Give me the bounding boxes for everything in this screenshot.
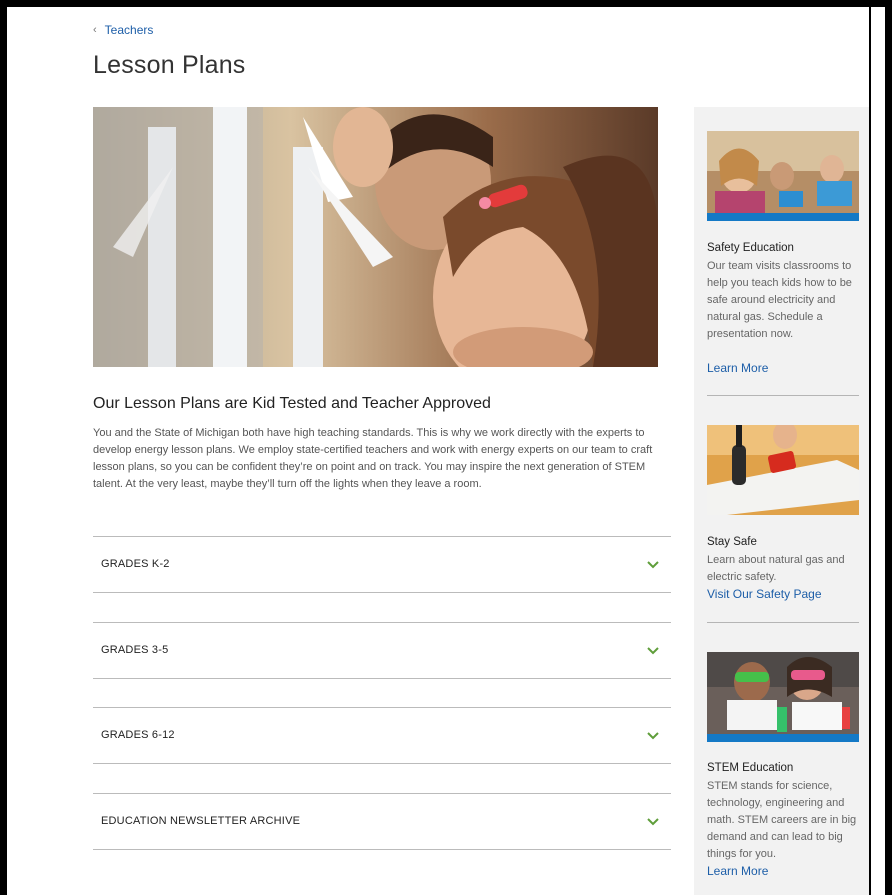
learn-more-link[interactable]: Learn More bbox=[707, 864, 768, 878]
card-title: Safety Education bbox=[707, 242, 794, 254]
breadcrumb-teachers[interactable]: Teachers bbox=[105, 23, 154, 37]
hero-image bbox=[93, 107, 658, 367]
card-title: STEM Education bbox=[707, 762, 794, 774]
accordion-grades-6-12[interactable]: GRADES 6-12 bbox=[93, 707, 671, 764]
accordion-newsletter-archive[interactable]: EDUCATION NEWSLETTER ARCHIVE bbox=[93, 793, 671, 850]
accordion-label: GRADES 6-12 bbox=[101, 729, 175, 741]
accordion-label: EDUCATION NEWSLETTER ARCHIVE bbox=[101, 815, 301, 827]
accordion-grades-3-5[interactable]: GRADES 3-5 bbox=[93, 622, 671, 679]
breadcrumb[interactable]: ‹ Teachers bbox=[93, 23, 153, 37]
chevron-down-icon bbox=[647, 561, 659, 569]
section-heading: Our Lesson Plans are Kid Tested and Teac… bbox=[93, 395, 491, 412]
sidebar: Safety Education Our team visits classro… bbox=[694, 107, 872, 895]
safety-education-image[interactable] bbox=[707, 131, 859, 221]
stem-education-image[interactable] bbox=[707, 652, 859, 742]
card-title: Stay Safe bbox=[707, 536, 757, 548]
page-title: Lesson Plans bbox=[93, 51, 246, 79]
card-text: Our team visits classrooms to help you t… bbox=[707, 260, 852, 340]
chevron-left-icon: ‹ bbox=[93, 24, 97, 36]
chevron-down-icon bbox=[647, 732, 659, 740]
chevron-down-icon bbox=[647, 647, 659, 655]
accordion-grades-k-2[interactable]: GRADES K-2 bbox=[93, 536, 671, 593]
accordion-label: GRADES 3-5 bbox=[101, 644, 169, 656]
card-text: Learn about natural gas and electric saf… bbox=[707, 554, 845, 583]
intro-paragraph: You and the State of Michigan both have … bbox=[93, 427, 653, 490]
divider bbox=[707, 395, 859, 396]
learn-more-link[interactable]: Learn More bbox=[707, 361, 768, 375]
accordion-label: GRADES K-2 bbox=[101, 558, 170, 570]
divider bbox=[707, 622, 859, 623]
visit-safety-page-link[interactable]: Visit Our Safety Page bbox=[707, 587, 822, 601]
window-edge bbox=[869, 7, 885, 895]
card-text: STEM stands for science, technology, eng… bbox=[707, 780, 857, 860]
stay-safe-image[interactable] bbox=[707, 425, 859, 515]
chevron-down-icon bbox=[647, 818, 659, 826]
page-frame: ‹ Teachers Lesson Plans Our Lesson Plans… bbox=[0, 0, 892, 895]
